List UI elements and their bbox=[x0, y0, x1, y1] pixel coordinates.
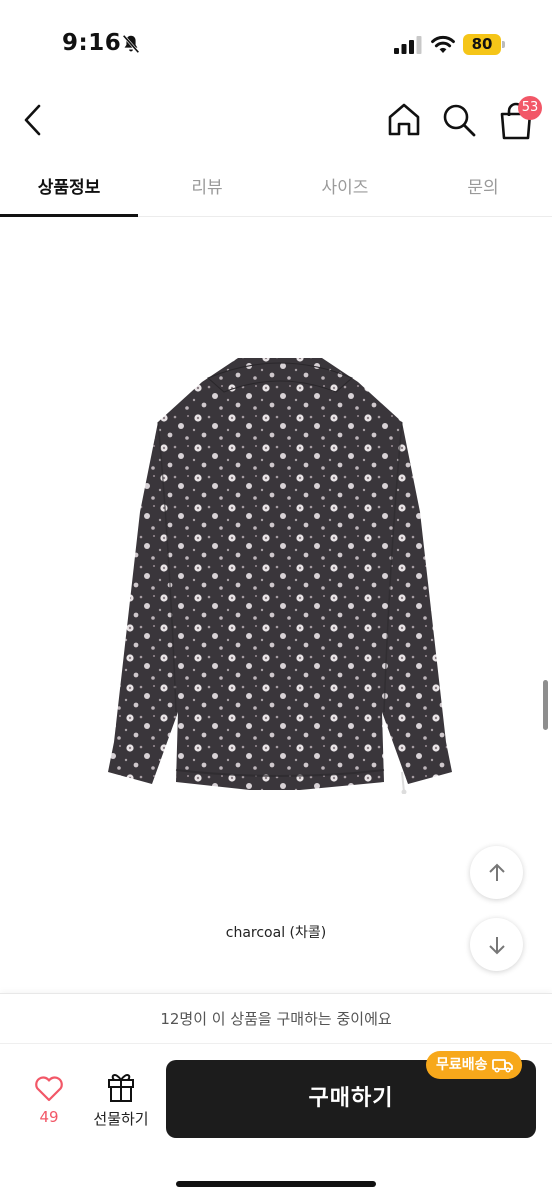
arrow-down-icon bbox=[488, 936, 505, 954]
battery-indicator: 80 bbox=[463, 34, 501, 55]
arrow-up-icon bbox=[488, 863, 505, 881]
battery-cap bbox=[502, 41, 505, 48]
cart-count-badge: 53 bbox=[518, 96, 542, 120]
product-tabs: 상품정보 리뷰 사이즈 문의 bbox=[0, 160, 552, 217]
back-icon[interactable] bbox=[18, 100, 48, 140]
gift-label: 선물하기 bbox=[93, 1110, 149, 1128]
purchase-bar: 12명이 이 상품을 구매하는 중이에요 49 선물하기 구매하기 bbox=[0, 993, 552, 1200]
home-indicator bbox=[176, 1181, 376, 1187]
like-count: 49 bbox=[39, 1108, 59, 1126]
heart-icon bbox=[35, 1076, 63, 1102]
scroll-down-button[interactable] bbox=[470, 918, 523, 971]
like-button[interactable]: 49 bbox=[22, 1072, 76, 1136]
wifi-icon bbox=[431, 35, 455, 53]
tab-inquiry[interactable]: 문의 bbox=[414, 160, 552, 216]
scroll-up-button[interactable] bbox=[470, 846, 523, 899]
signal-icon bbox=[394, 36, 422, 54]
product-image bbox=[108, 358, 452, 794]
gift-icon bbox=[108, 1074, 134, 1102]
search-icon[interactable] bbox=[440, 100, 478, 140]
product-caption: charcoal (차콜) bbox=[225, 925, 327, 941]
tab-product-info[interactable]: 상품정보 bbox=[0, 160, 138, 217]
gift-button[interactable]: 선물하기 bbox=[88, 1070, 154, 1134]
scrollbar[interactable] bbox=[543, 680, 548, 730]
bell-slash-icon bbox=[122, 34, 140, 54]
tab-reviews[interactable]: 리뷰 bbox=[138, 160, 276, 216]
buyers-notice: 12명이 이 상품을 구매하는 중이에요 bbox=[0, 994, 552, 1044]
app-header bbox=[0, 88, 552, 154]
tab-size[interactable]: 사이즈 bbox=[276, 160, 414, 216]
free-shipping-label: 무료배송 bbox=[436, 1057, 488, 1073]
truck-icon bbox=[491, 1059, 513, 1073]
free-shipping-badge: 무료배송 bbox=[426, 1051, 522, 1079]
status-bar: 9:16 80 bbox=[0, 0, 552, 88]
status-time: 9:16 bbox=[62, 30, 122, 56]
home-icon[interactable] bbox=[384, 100, 424, 140]
